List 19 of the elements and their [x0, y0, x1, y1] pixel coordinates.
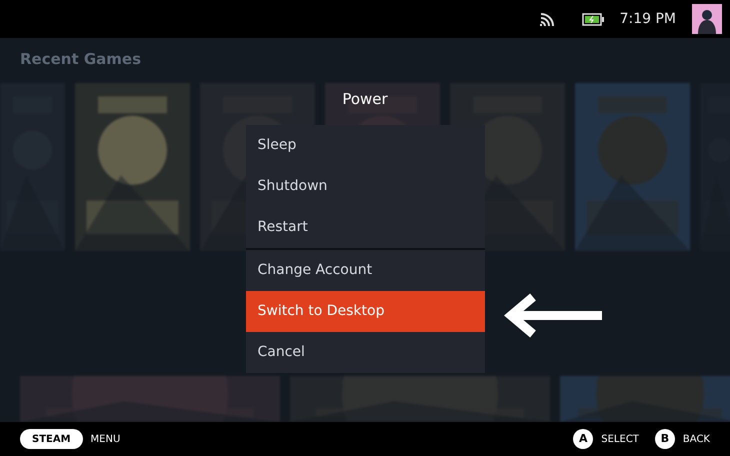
- clock-time: 7:19 PM: [620, 10, 676, 28]
- dialog-title: Power: [342, 89, 388, 110]
- battery-icon: [582, 12, 604, 26]
- arrow-icon: [503, 293, 603, 338]
- hint-label: SELECT: [601, 432, 639, 446]
- steam-button-badge: STEAM: [20, 429, 83, 449]
- menu-item[interactable]: Cancel: [246, 332, 484, 373]
- menu-item[interactable]: Restart: [246, 207, 484, 248]
- hint-label: BACK: [682, 432, 710, 446]
- menu-item[interactable]: Shutdown: [246, 166, 484, 207]
- controller-button-badge: B: [654, 429, 675, 449]
- hint-label: MENU: [90, 432, 120, 446]
- menu-item[interactable]: Sleep: [246, 125, 484, 166]
- wifi-icon: [540, 12, 554, 26]
- controller-button-badge: A: [573, 429, 594, 449]
- menu-item[interactable]: Switch to Desktop: [246, 291, 484, 332]
- menu-item[interactable]: Change Account: [246, 250, 484, 291]
- avatar[interactable]: [692, 4, 722, 34]
- section-heading: Recent Games: [20, 49, 142, 70]
